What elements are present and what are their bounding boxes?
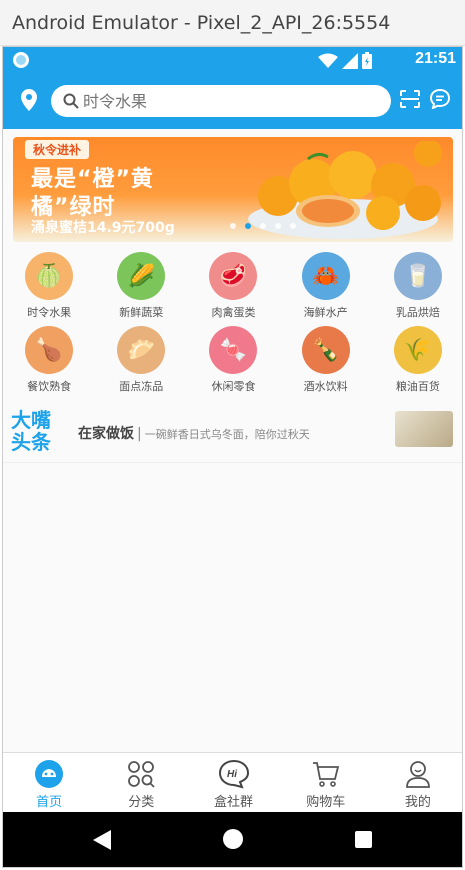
tab-label: 分类 <box>128 795 155 810</box>
category-icon: 🥛 <box>393 252 442 300</box>
pagination-dot[interactable] <box>260 223 266 229</box>
category-row: 🍗 餐饮熟食 🥟 面点冻品 🍬 休闲零食 🍾 酒水饮料 🌾 粮油百货 <box>3 326 462 400</box>
category-item[interactable]: 🥟 面点冻品 <box>95 326 187 400</box>
category-item[interactable]: 🍾 酒水饮料 <box>280 326 372 400</box>
tab-label: 首页 <box>36 795 63 810</box>
category-icon <box>128 761 155 788</box>
community-icon: Hi <box>218 759 249 789</box>
category-item[interactable]: 🍈 时令水果 <box>3 252 95 326</box>
tab-label: 购物车 <box>306 795 346 810</box>
category-icon: 🦀 <box>301 252 350 300</box>
android-nav-bar <box>3 812 462 867</box>
headline-description: 一碗鲜香日式乌冬面，陪你过秋天 <box>144 428 310 441</box>
banner-pagination <box>230 223 296 229</box>
emulator-window-title: Android Emulator - Pixel_2_API_26:5554 <box>0 0 465 46</box>
content-area <box>3 465 462 749</box>
app-header <box>3 73 462 129</box>
status-bar: 21:51 <box>3 47 462 73</box>
category-grid: 🍈 时令水果 🌽 新鲜蔬菜 🥩 肉禽蛋类 🦀 海鲜水产 🥛 乳品烘焙 🍗 餐饮熟食 🥟 面点冻品 🍬 休闲零… <box>3 252 462 400</box>
tab-label: 盒社群 <box>214 795 254 810</box>
profile-icon <box>406 761 430 788</box>
category-icon: 🍬 <box>209 326 258 374</box>
battery-icon <box>362 52 372 69</box>
tab-cart[interactable]: 购物车 <box>280 753 372 812</box>
headline-logo-line2: 头条 <box>11 430 51 454</box>
notification-icon <box>13 52 29 68</box>
cart-icon <box>312 762 339 787</box>
category-label: 休闲零食 <box>211 380 256 393</box>
pagination-dot[interactable] <box>290 223 296 229</box>
tab-category[interactable]: 分类 <box>95 753 187 812</box>
tab-home[interactable]: 首页 <box>3 753 95 812</box>
category-icon: 🥟 <box>117 326 166 374</box>
scan-icon[interactable] <box>400 90 420 108</box>
message-icon[interactable] <box>430 89 450 109</box>
category-icon: 🍾 <box>301 326 350 374</box>
headline-thumbnail <box>395 411 453 447</box>
banner-tag: 秋令进补 <box>25 140 90 159</box>
category-icon: 🌽 <box>117 252 166 300</box>
category-item[interactable]: 🌽 新鲜蔬菜 <box>95 252 187 326</box>
category-label: 海鲜水产 <box>303 306 348 319</box>
category-label: 面点冻品 <box>119 380 164 393</box>
recent-apps-button[interactable] <box>355 831 372 848</box>
category-label: 粮油百货 <box>395 380 440 393</box>
home-button[interactable] <box>223 829 243 849</box>
category-row: 🍈 时令水果 🌽 新鲜蔬菜 🥩 肉禽蛋类 🦀 海鲜水产 🥛 乳品烘焙 <box>3 252 462 326</box>
category-icon: 🍗 <box>25 326 74 374</box>
category-label: 乳品烘焙 <box>395 306 440 319</box>
tab-profile[interactable]: 我的 <box>372 753 462 812</box>
category-icon: 🍈 <box>25 252 74 300</box>
bottom-tab-bar: 首页 分类 Hi 盒社群 购物车 我的 <box>3 752 462 812</box>
promo-banner[interactable]: 秋令进补 最是“橙”黄 橘”绿时 涌泉蜜桔14.9元700g <box>13 137 453 242</box>
signal-icon <box>342 52 358 69</box>
tab-label: 我的 <box>404 795 431 810</box>
category-item[interactable]: 🥛 乳品烘焙 <box>372 252 462 326</box>
headline-logo: 大嘴 头条 <box>11 409 59 453</box>
banner-subtitle: 涌泉蜜桔14.9元700g <box>31 220 175 236</box>
status-icons <box>318 52 372 69</box>
home-icon <box>35 760 64 788</box>
category-icon: 🥩 <box>209 252 258 300</box>
pagination-dot[interactable] <box>230 223 236 229</box>
category-label: 酒水饮料 <box>303 380 348 393</box>
search-input[interactable] <box>83 91 363 111</box>
location-icon[interactable] <box>21 89 37 111</box>
category-label: 肉禽蛋类 <box>211 306 256 319</box>
headline-title: 在家做饭 <box>78 426 134 442</box>
headline-separator: | <box>137 426 142 442</box>
headline-logo-line1: 大嘴 <box>11 408 51 432</box>
pagination-dot[interactable] <box>275 223 281 229</box>
category-item[interactable]: 🥩 肉禽蛋类 <box>187 252 279 326</box>
back-icon[interactable] <box>93 830 111 850</box>
category-label: 餐饮熟食 <box>27 380 72 393</box>
category-label: 时令水果 <box>27 306 72 319</box>
search-bar[interactable] <box>51 85 391 117</box>
category-item[interactable]: 🍬 休闲零食 <box>187 326 279 400</box>
category-icon: 🌾 <box>393 326 442 374</box>
tab-community[interactable]: Hi 盒社群 <box>187 753 279 812</box>
pagination-dot[interactable] <box>245 223 251 229</box>
category-item[interactable]: 🍗 餐饮熟食 <box>3 326 95 400</box>
search-icon <box>63 93 79 109</box>
headline-item[interactable]: 在家做饭 | 一碗鲜香日式乌冬面，陪你过秋天 <box>78 423 310 443</box>
phone-screen: 21:51 秋令进补 最是“橙”黄 橘”绿时 涌泉蜜桔14.9元700g <box>2 46 463 868</box>
status-time: 21:51 <box>415 50 456 67</box>
svg-text:Hi: Hi <box>227 769 237 780</box>
category-item[interactable]: 🦀 海鲜水产 <box>280 252 372 326</box>
headline-news[interactable]: 大嘴 头条 在家做饭 | 一碗鲜香日式乌冬面，陪你过秋天 <box>3 405 462 463</box>
category-label: 新鲜蔬菜 <box>119 306 164 319</box>
wifi-icon <box>318 53 338 68</box>
category-item[interactable]: 🌾 粮油百货 <box>372 326 462 400</box>
